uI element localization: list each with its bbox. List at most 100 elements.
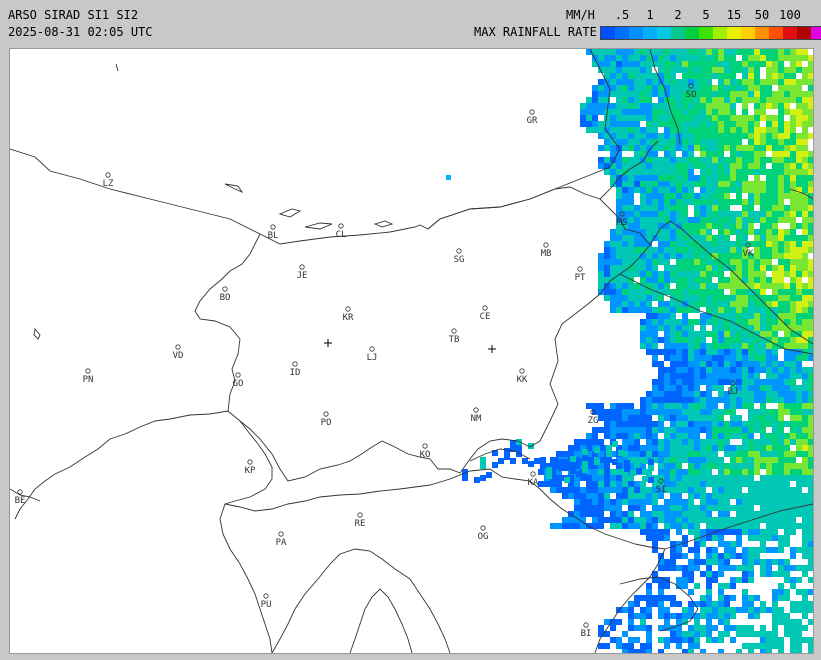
rain-cell <box>616 259 622 265</box>
rain-cell <box>658 187 664 193</box>
rain-cell <box>736 265 742 271</box>
rain-cell <box>664 403 670 409</box>
rain-cell <box>808 355 813 361</box>
rain-cell <box>676 469 682 475</box>
rain-cell <box>766 631 772 637</box>
rain-cell <box>790 109 796 115</box>
rain-cell <box>778 133 784 139</box>
radar-map[interactable]: GR SO LZ BL CL MB MS VK JE SG PT BO KR CE VD LJ TB PN GO ID… <box>9 48 814 654</box>
rain-cell <box>784 235 790 241</box>
city-label: PA <box>276 538 287 548</box>
rain-cell <box>652 217 658 223</box>
rain-cell <box>784 391 790 397</box>
rain-cell <box>784 283 790 289</box>
rain-cell <box>712 463 718 469</box>
rain-cell <box>712 613 718 619</box>
rain-cell <box>742 169 748 175</box>
rain-cell <box>736 403 742 409</box>
rain-cell <box>784 313 790 319</box>
rain-cell <box>700 607 706 613</box>
rain-cell <box>730 367 736 373</box>
rain-cell <box>766 505 772 511</box>
rain-cell <box>772 181 778 187</box>
rain-cell <box>778 421 784 427</box>
rain-cell <box>754 253 760 259</box>
rain-cell <box>808 421 813 427</box>
rain-cell <box>700 361 706 367</box>
rain-cell <box>598 271 604 277</box>
city-label: MB <box>541 249 552 259</box>
rain-cell <box>802 199 808 205</box>
rain-cell <box>760 241 766 247</box>
rain-cell <box>766 121 772 127</box>
rain-cell <box>628 283 634 289</box>
rain-cell <box>712 55 718 61</box>
scale-tick: 1 <box>646 8 654 22</box>
rain-cell <box>736 415 742 421</box>
rain-cell <box>658 103 664 109</box>
rain-cell <box>682 307 688 313</box>
rain-cell <box>604 433 610 439</box>
rain-cell <box>658 373 664 379</box>
rain-cell <box>748 121 754 127</box>
rain-cell <box>748 181 754 187</box>
rain-cell <box>598 91 604 97</box>
rain-cell <box>676 379 682 385</box>
rain-cell <box>682 409 688 415</box>
rain-cell <box>724 625 730 631</box>
scale-tick: 15 <box>726 8 742 22</box>
rain-cell <box>712 73 718 79</box>
rain-cell <box>724 595 730 601</box>
rain-cell <box>700 91 706 97</box>
rain-cell <box>712 331 718 337</box>
rain-cell <box>622 193 628 199</box>
rain-cell <box>748 241 754 247</box>
rain-cell <box>616 61 622 67</box>
city-label: KK <box>517 375 528 385</box>
rain-cell <box>718 427 724 433</box>
rain-cell <box>712 205 718 211</box>
rain-cell <box>802 493 808 499</box>
rain-cell <box>706 151 712 157</box>
rain-cell <box>598 85 604 91</box>
rain-cell <box>616 505 622 511</box>
rain-cell <box>790 289 796 295</box>
rain-cell <box>760 253 766 259</box>
rain-cell <box>766 325 772 331</box>
rain-cell <box>652 433 658 439</box>
rain-cell <box>706 451 712 457</box>
rain-cell <box>736 361 742 367</box>
rain-cell <box>724 469 730 475</box>
rain-cell <box>706 421 712 427</box>
rain-cell <box>748 157 754 163</box>
rain-cell <box>694 487 700 493</box>
rain-cell <box>586 505 592 511</box>
rain-cell <box>742 511 748 517</box>
rain-cell <box>772 145 778 151</box>
rain-cell <box>610 469 616 475</box>
rain-cell <box>676 247 682 253</box>
rain-cell <box>640 133 646 139</box>
rain-cell <box>742 91 748 97</box>
rain-cell <box>772 619 778 625</box>
rain-cell <box>706 571 712 577</box>
rain-cell <box>742 571 748 577</box>
rain-cell <box>592 439 598 445</box>
rain-cell <box>796 49 802 55</box>
rain-cell <box>790 493 796 499</box>
city-marker <box>299 264 305 270</box>
rain-cell <box>652 109 658 115</box>
rain-cell <box>610 253 616 259</box>
rain-cell <box>550 523 556 529</box>
rain-cell <box>700 85 706 91</box>
rain-cell <box>556 481 562 487</box>
rain-cell <box>796 271 802 277</box>
rain-cell <box>706 223 712 229</box>
rain-cell <box>736 61 742 67</box>
rain-cell <box>670 175 676 181</box>
rain-cell <box>736 283 742 289</box>
rain-cell <box>670 403 676 409</box>
rain-cell <box>628 211 634 217</box>
rain-cell <box>796 409 802 415</box>
rain-cell <box>592 505 598 511</box>
